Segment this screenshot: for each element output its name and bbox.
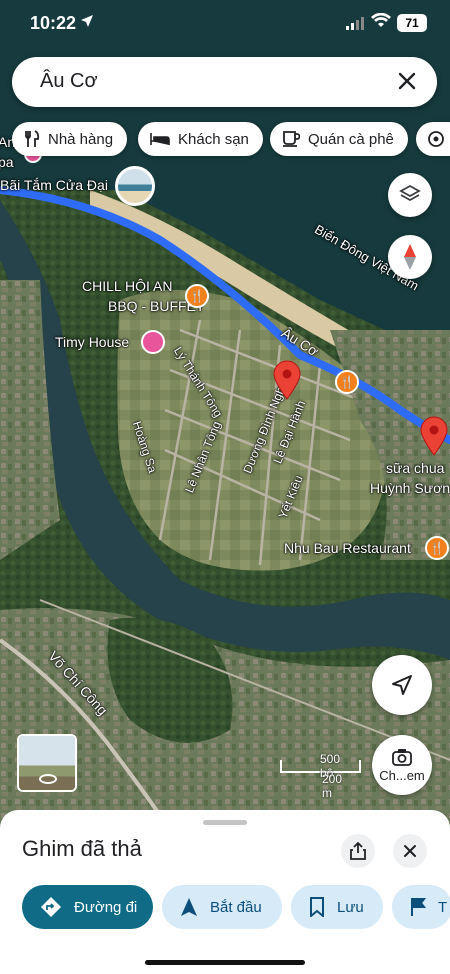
chip-label: Khách sạn	[178, 130, 249, 148]
label-label: T	[438, 898, 448, 916]
share-icon	[350, 842, 366, 860]
scale-meters: 200 m	[322, 772, 343, 800]
map-label-nhu-bau: Nhu Bau Restaurant	[284, 540, 411, 556]
navigation-arrow-icon	[181, 898, 197, 916]
chip-label: Nhà hàng	[48, 130, 114, 148]
start-label: Bắt đầu	[210, 898, 262, 916]
my-location-button[interactable]	[372, 655, 432, 715]
chip-cafes[interactable]: Quán cà phê	[270, 122, 408, 156]
save-label: Lưu	[337, 898, 364, 916]
directions-label: Đường đi	[74, 898, 138, 916]
sheet-drag-handle[interactable]	[203, 820, 247, 825]
compass-icon	[404, 244, 416, 270]
map-label-sua-chua-1: sữa chua	[386, 460, 445, 476]
home-indicator	[145, 960, 305, 965]
chip-label: Quán cà phê	[308, 130, 394, 148]
restaurant-marker[interactable]: 🍴	[185, 284, 209, 308]
label-button[interactable]: T	[392, 885, 450, 929]
navigation-arrow-icon	[392, 675, 412, 695]
status-bar: 10:22 71	[0, 0, 450, 48]
cellular-signal-icon	[346, 16, 366, 35]
place-title: Ghim đã thả	[22, 836, 142, 861]
wifi-icon	[371, 12, 391, 34]
layers-button[interactable]	[388, 173, 432, 217]
dropped-pin-icon[interactable]	[273, 360, 301, 405]
battery-icon: 71	[397, 14, 427, 32]
clear-search-icon[interactable]	[395, 69, 419, 93]
street-view-label: Ch...em	[379, 767, 425, 783]
place-sheet[interactable]: Ghim đã thả Đường đi Bắt đầu Lưu T	[0, 810, 450, 974]
fork-knife-icon	[25, 130, 40, 147]
search-query[interactable]: Âu Cơ	[40, 70, 98, 93]
coffee-cup-icon	[283, 131, 300, 147]
lodging-marker[interactable]	[141, 330, 165, 354]
rotate-360-icon	[39, 774, 57, 784]
chip-restaurants[interactable]: Nhà hàng	[12, 122, 128, 156]
save-button[interactable]: Lưu	[291, 885, 383, 929]
restaurant-marker[interactable]: 🍴	[425, 536, 449, 560]
close-icon	[404, 845, 416, 857]
map-label-timy: Timy House	[55, 334, 130, 350]
start-button[interactable]: Bắt đầu	[162, 885, 282, 929]
layers-icon	[399, 184, 421, 202]
close-sheet-button[interactable]	[393, 834, 427, 868]
flag-icon	[411, 898, 426, 916]
search-bar[interactable]: Âu Cơ	[12, 57, 437, 107]
directions-button[interactable]: Đường đi	[22, 885, 153, 929]
restaurant-marker[interactable]: 🍴	[335, 370, 359, 394]
map-label-sua-chua-2: Huỳnh Sươn	[370, 480, 450, 496]
map-label-chill-1: CHILL HỘI AN	[82, 278, 173, 294]
street-view-thumbnail[interactable]	[17, 734, 77, 792]
beach-photo-marker[interactable]	[115, 166, 155, 206]
chip-more[interactable]	[416, 122, 450, 156]
compass-button[interactable]	[388, 235, 432, 279]
clock: 10:22	[30, 13, 77, 33]
attraction-icon	[428, 131, 444, 147]
map-label-beach: Bãi Tắm Cửa Đại	[0, 177, 108, 193]
camera-icon	[392, 748, 412, 766]
share-button[interactable]	[341, 834, 375, 868]
location-arrow-icon	[80, 14, 94, 31]
chip-hotels[interactable]: Khách sạn	[138, 122, 263, 156]
bed-icon	[150, 133, 170, 145]
map-label-edge: pa	[0, 154, 14, 170]
street-view-button[interactable]: Ch...em	[372, 735, 432, 795]
place-pin-icon[interactable]	[420, 416, 448, 461]
bookmark-icon	[310, 897, 324, 917]
directions-icon	[41, 897, 61, 917]
